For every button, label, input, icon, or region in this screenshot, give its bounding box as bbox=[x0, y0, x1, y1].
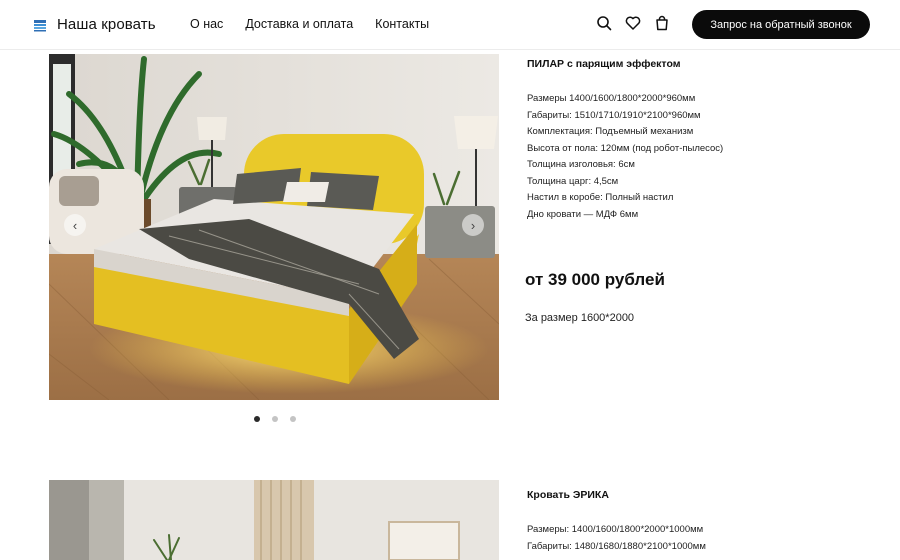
brand-name: Наша кровать bbox=[57, 16, 156, 33]
product-specs: Размеры: 1400/1600/1800*2000*1000мм Габа… bbox=[527, 522, 706, 555]
bed-logo-icon bbox=[34, 19, 46, 31]
nav-about[interactable]: О нас bbox=[190, 17, 223, 31]
carousel-prev-button[interactable]: ‹ bbox=[64, 214, 86, 236]
price-note: За размер 1600*2000 bbox=[525, 312, 635, 324]
product-info: ПИЛАР с парящим эффектом Размеры 1400/16… bbox=[527, 58, 723, 223]
product-price: от 39 000 рублей bbox=[525, 270, 665, 289]
carousel-next-button[interactable]: › bbox=[462, 214, 484, 236]
spec-item: Размеры 1400/1600/1800*2000*960мм bbox=[527, 93, 696, 104]
product-title: ПИЛАР с парящим эффектом bbox=[527, 58, 681, 70]
product-title: Кровать ЭРИКА bbox=[527, 489, 609, 501]
spec-item: Комплектация: Подъемный механизм bbox=[527, 126, 694, 137]
spec-item: Высота от пола: 120мм (под робот-пылесос… bbox=[527, 142, 724, 154]
header-icons bbox=[596, 15, 670, 31]
carousel-dot[interactable] bbox=[290, 416, 296, 422]
search-icon[interactable] bbox=[596, 15, 612, 31]
spec-item: Габариты: 1480/1680/1880*2100*1000мм bbox=[527, 540, 706, 552]
nav-delivery[interactable]: Доставка и оплата bbox=[245, 17, 353, 31]
heart-icon[interactable] bbox=[625, 15, 641, 31]
bed-photo bbox=[49, 54, 499, 400]
spec-item: Габариты: 1510/1710/1910*2100*960мм bbox=[527, 109, 701, 121]
nav-contacts[interactable]: Контакты bbox=[375, 17, 429, 31]
carousel-dots bbox=[254, 416, 296, 422]
bedroom-photo bbox=[49, 480, 499, 560]
product-image-carousel[interactable]: ‹ › bbox=[49, 54, 499, 400]
spec-item: Дно кровати — МДФ 6мм bbox=[527, 208, 639, 220]
main-nav: О нас Доставка и оплата Контакты bbox=[190, 17, 429, 31]
spec-item: Настил в коробе: Полный настил bbox=[527, 192, 674, 203]
spec-item: Толщина царг: 4,5см bbox=[527, 175, 619, 187]
site-header: Наша кровать О нас Доставка и оплата Кон… bbox=[0, 0, 900, 50]
product-image-carousel[interactable] bbox=[49, 480, 499, 560]
bag-icon[interactable] bbox=[654, 15, 670, 31]
carousel-dot[interactable] bbox=[272, 416, 278, 422]
spec-item: Размеры: 1400/1600/1800*2000*1000мм bbox=[527, 524, 704, 535]
logo[interactable]: Наша кровать bbox=[33, 16, 156, 33]
spec-item: Толщина изголовья: 6см bbox=[527, 159, 635, 170]
product-specs: Размеры 1400/1600/1800*2000*960мм Габари… bbox=[527, 91, 723, 223]
carousel-dot[interactable] bbox=[254, 416, 260, 422]
callback-request-button[interactable]: Запрос на обратный звонок bbox=[692, 10, 870, 39]
product-info: Кровать ЭРИКА Размеры: 1400/1600/1800*20… bbox=[527, 489, 706, 555]
